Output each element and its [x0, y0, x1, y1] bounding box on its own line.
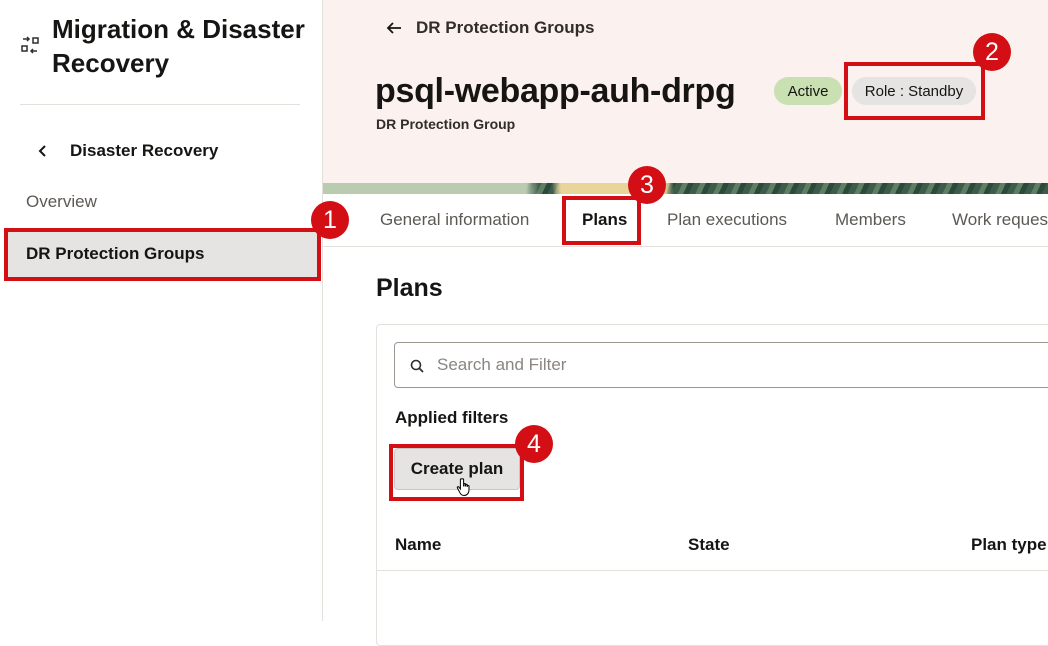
sidebar-item-label: Overview [26, 192, 97, 211]
tab-members[interactable]: Members [835, 194, 906, 246]
header-banner-art [323, 183, 1048, 194]
tab-general-information[interactable]: General information [380, 194, 529, 246]
section-title: Plans [376, 274, 443, 302]
app-title: Migration & Disaster Recovery [52, 14, 305, 78]
annotation-number-4: 4 [515, 425, 553, 463]
annotation-box-1 [4, 228, 321, 281]
annotation-number-2: 2 [973, 33, 1011, 71]
back-to-disaster-recovery[interactable]: Disaster Recovery [36, 138, 218, 164]
migration-icon [20, 35, 40, 55]
annotation-box-2 [844, 62, 985, 120]
sidebar-divider [20, 104, 300, 105]
annotation-box-3 [562, 196, 641, 245]
back-nav-label: Disaster Recovery [70, 141, 219, 160]
column-header-plan-type[interactable]: Plan type [971, 535, 1047, 555]
table-header-divider [377, 570, 1048, 571]
sidebar: Migration & Disaster Recovery Disaster R… [0, 0, 323, 621]
search-input[interactable] [437, 343, 1037, 387]
applied-filters-label: Applied filters [395, 408, 509, 427]
page-title: psql-webapp-auh-drpg [375, 72, 736, 110]
column-header-name[interactable]: Name [395, 535, 441, 555]
column-header-state[interactable]: State [688, 535, 730, 555]
annotation-number-1: 1 [311, 201, 349, 239]
tab-work-requests[interactable]: Work reques [952, 194, 1048, 246]
arrow-left-icon [385, 19, 403, 37]
status-badge: Active [774, 77, 842, 105]
tab-plan-executions[interactable]: Plan executions [667, 194, 787, 246]
annotation-number-3: 3 [628, 166, 666, 204]
page-subtitle: DR Protection Group [376, 116, 516, 132]
sidebar-item-overview[interactable]: Overview [8, 178, 318, 226]
breadcrumb-label: DR Protection Groups [416, 18, 595, 37]
annotation-box-4 [389, 444, 524, 501]
search-icon [410, 359, 424, 373]
breadcrumb[interactable]: DR Protection Groups [385, 18, 595, 38]
search-box[interactable] [394, 342, 1048, 388]
chevron-left-icon [36, 144, 50, 158]
tab-bar: General information Plans Plan execution… [323, 194, 1048, 247]
